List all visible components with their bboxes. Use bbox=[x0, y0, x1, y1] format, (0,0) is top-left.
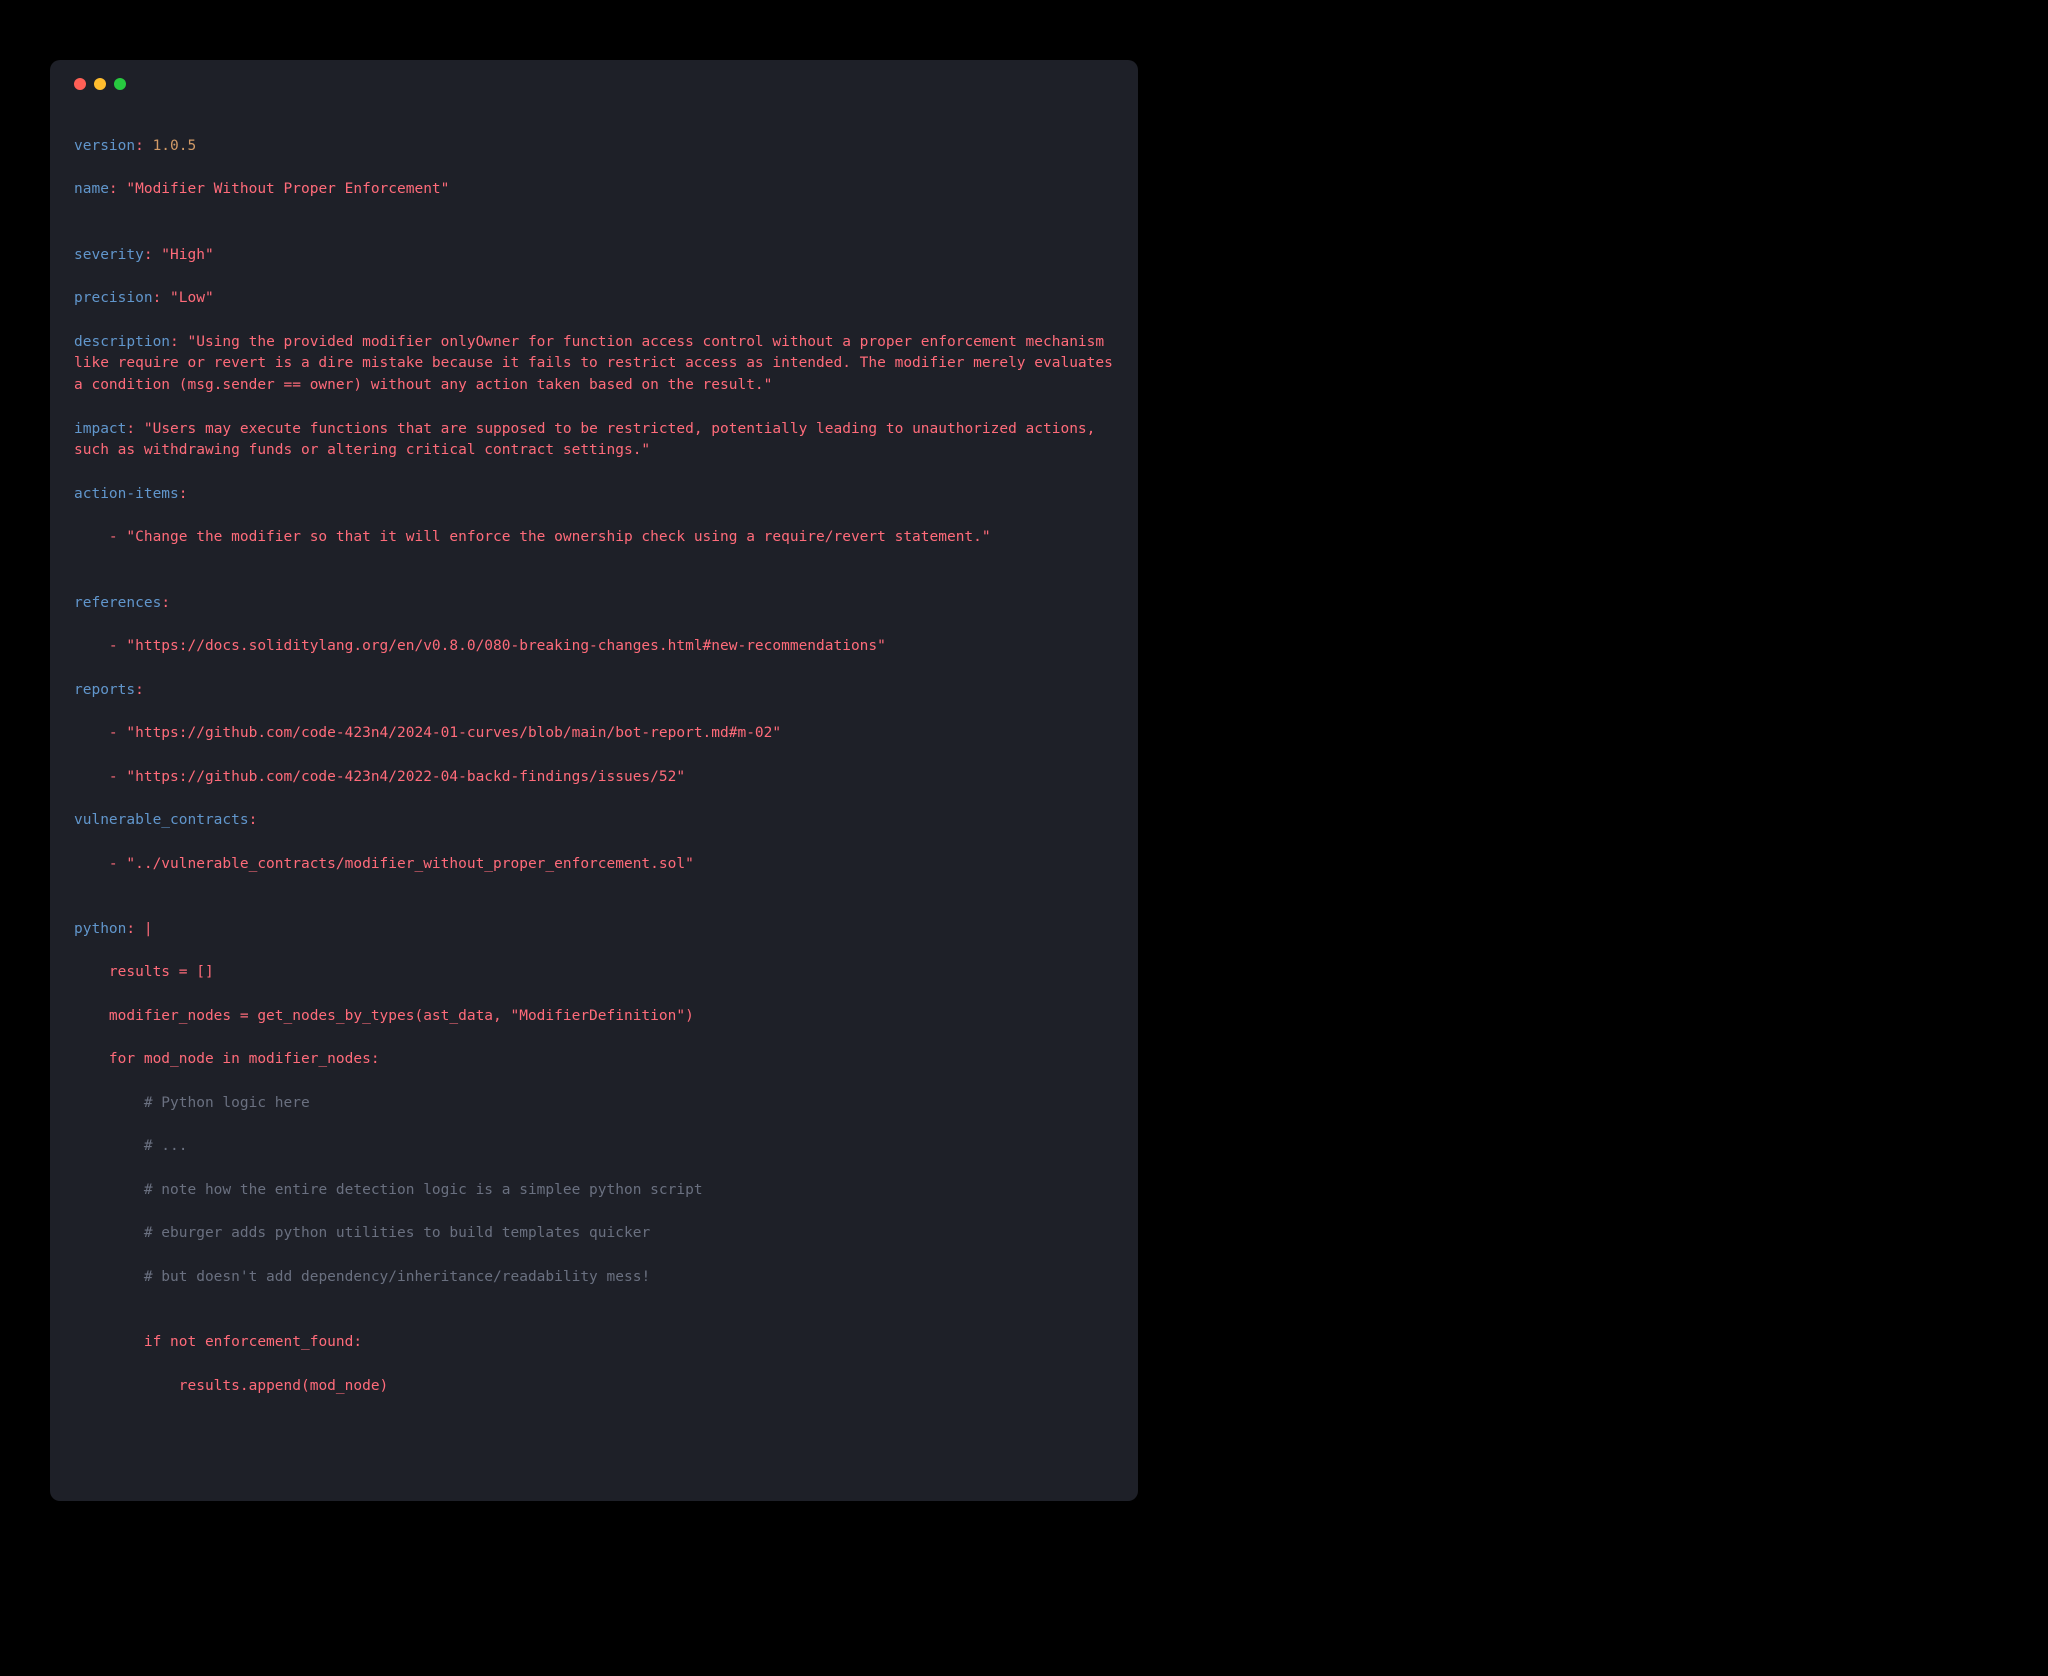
yaml-key-name: name bbox=[74, 181, 109, 197]
yaml-line: severity: "High" bbox=[74, 245, 1114, 267]
python-comment-line: # ... bbox=[74, 1136, 1114, 1158]
yaml-key-severity: severity bbox=[74, 247, 144, 263]
python-code-line: results = [] bbox=[74, 962, 1114, 984]
yaml-value-name: "Modifier Without Proper Enforcement" bbox=[118, 181, 450, 197]
python-code-line: if not enforcement_found: bbox=[74, 1332, 1114, 1354]
yaml-key-python: python bbox=[74, 921, 126, 937]
yaml-line: name: "Modifier Without Proper Enforceme… bbox=[74, 179, 1114, 201]
window-titlebar bbox=[74, 78, 1114, 90]
yaml-value-description: "Using the provided modifier onlyOwner f… bbox=[74, 334, 1122, 394]
yaml-line: precision: "Low" bbox=[74, 288, 1114, 310]
yaml-list-item: - "../vulnerable_contracts/modifier_with… bbox=[74, 854, 1114, 876]
yaml-value-precision: "Low" bbox=[161, 290, 213, 306]
yaml-key-reports: reports bbox=[74, 682, 135, 698]
code-content: version: 1.0.5 name: "Modifier Without P… bbox=[74, 114, 1114, 1441]
yaml-key-action-items: action-items bbox=[74, 486, 179, 502]
yaml-key-references: references bbox=[74, 595, 161, 611]
python-code-line: results.append(mod_node) bbox=[74, 1376, 1114, 1398]
yaml-list-item: - "https://github.com/code-423n4/2024-01… bbox=[74, 723, 1114, 745]
python-comment-line: # Python logic here bbox=[74, 1093, 1114, 1115]
yaml-list-item: - "https://docs.soliditylang.org/en/v0.8… bbox=[74, 636, 1114, 658]
yaml-key-precision: precision bbox=[74, 290, 153, 306]
python-code-line: modifier_nodes = get_nodes_by_types(ast_… bbox=[74, 1006, 1114, 1028]
yaml-line: impact: "Users may execute functions tha… bbox=[74, 419, 1114, 463]
yaml-value-severity: "High" bbox=[153, 247, 214, 263]
yaml-list-item: - "Change the modifier so that it will e… bbox=[74, 527, 1114, 549]
python-code-line: for mod_node in modifier_nodes: bbox=[74, 1049, 1114, 1071]
yaml-value-impact: "Users may execute functions that are su… bbox=[74, 421, 1104, 459]
yaml-key-description: description bbox=[74, 334, 170, 350]
python-comment-line: # but doesn't add dependency/inheritance… bbox=[74, 1267, 1114, 1289]
yaml-line: action-items: bbox=[74, 484, 1114, 506]
yaml-key-vulnerable-contracts: vulnerable_contracts bbox=[74, 812, 249, 828]
python-comment-line: # note how the entire detection logic is… bbox=[74, 1180, 1114, 1202]
yaml-line: python: | bbox=[74, 919, 1114, 941]
yaml-value-version: 1.0.5 bbox=[144, 138, 196, 154]
yaml-line: description: "Using the provided modifie… bbox=[74, 332, 1114, 397]
yaml-line: version: 1.0.5 bbox=[74, 136, 1114, 158]
yaml-key-version: version bbox=[74, 138, 135, 154]
yaml-line: references: bbox=[74, 593, 1114, 615]
yaml-list-item: - "https://github.com/code-423n4/2022-04… bbox=[74, 767, 1114, 789]
code-window: version: 1.0.5 name: "Modifier Without P… bbox=[50, 60, 1138, 1501]
yaml-line: vulnerable_contracts: bbox=[74, 810, 1114, 832]
maximize-icon[interactable] bbox=[114, 78, 126, 90]
python-comment-line: # eburger adds python utilities to build… bbox=[74, 1223, 1114, 1245]
close-icon[interactable] bbox=[74, 78, 86, 90]
minimize-icon[interactable] bbox=[94, 78, 106, 90]
yaml-line: reports: bbox=[74, 680, 1114, 702]
yaml-key-impact: impact bbox=[74, 421, 126, 437]
